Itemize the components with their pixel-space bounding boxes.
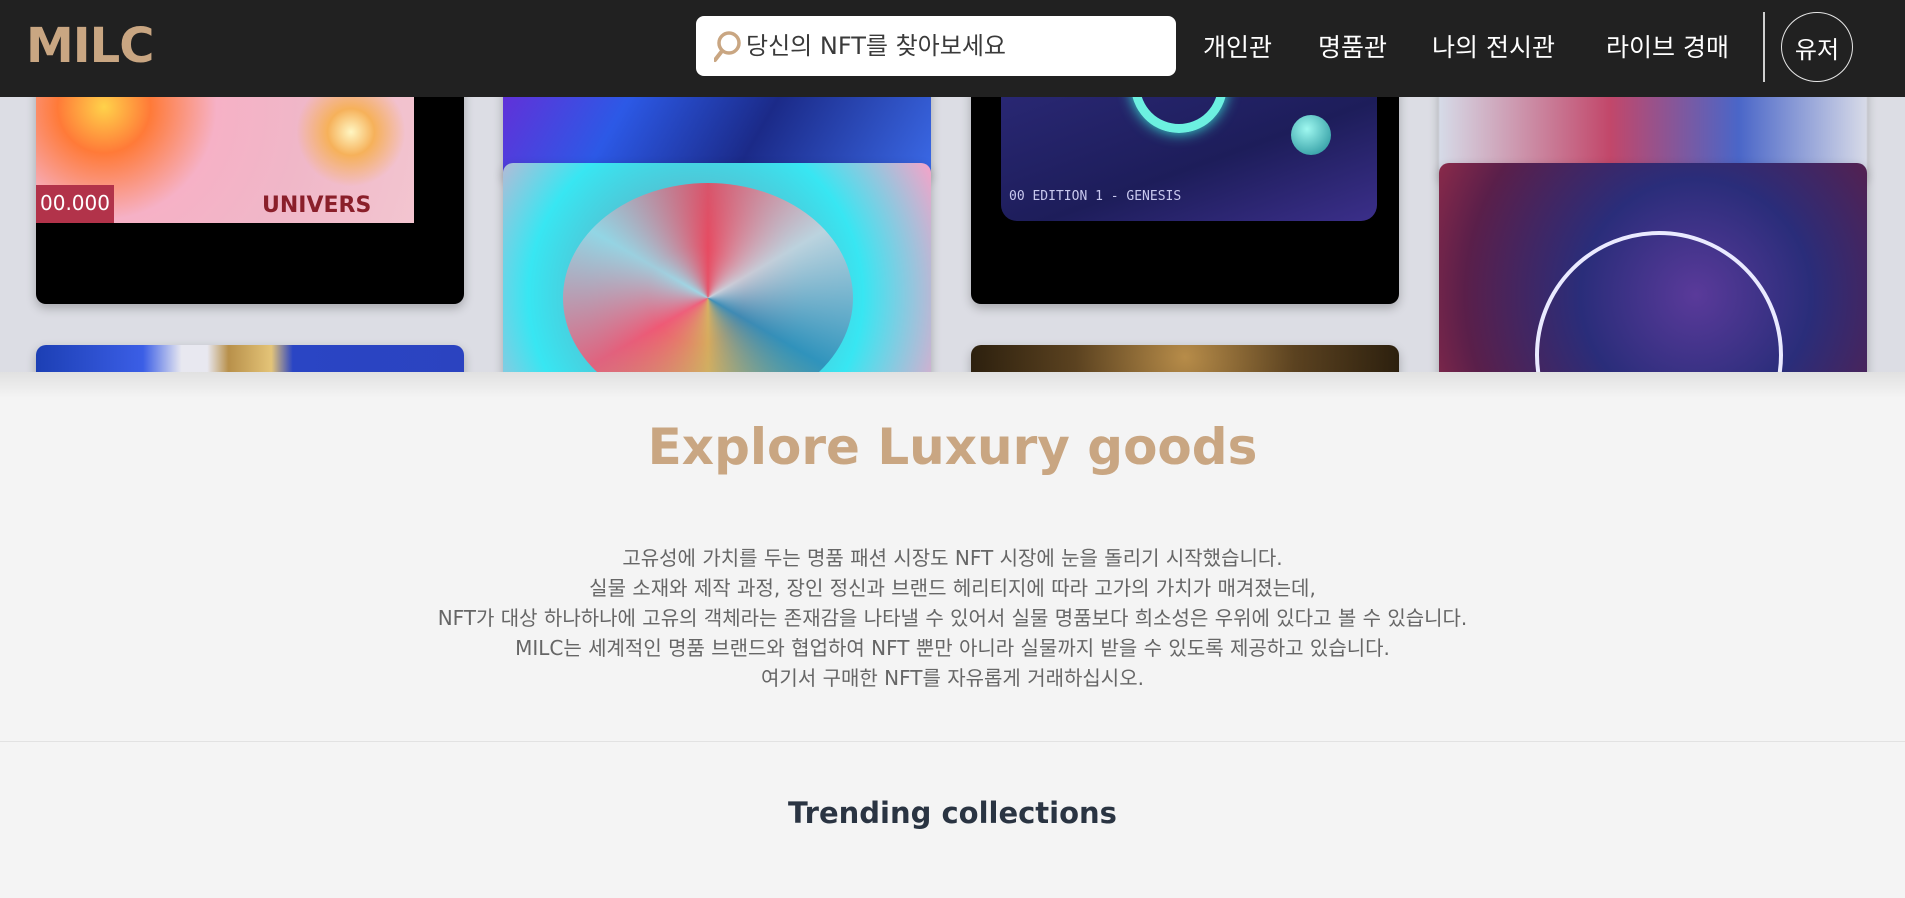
nav-divider: [1763, 12, 1765, 82]
nft-card-crystal-shards[interactable]: [503, 163, 931, 372]
nav-luxury-gallery[interactable]: 명품관: [1318, 28, 1387, 64]
intro-line: 실물 소재와 제작 과정, 장인 정신과 브랜드 헤리티지에 따라 고가의 가치…: [589, 576, 1316, 600]
intro-description: 고유성에 가치를 두는 명품 패션 시장도 NFT 시장에 눈을 돌리기 시작했…: [0, 543, 1905, 693]
milc-logo[interactable]: MILC: [26, 18, 154, 74]
nav-live-auction[interactable]: 라이브 경매: [1606, 28, 1729, 64]
intro-line: 고유성에 가치를 두는 명품 패션 시장도 NFT 시장에 눈을 돌리기 시작했…: [622, 546, 1283, 570]
search-box[interactable]: [696, 16, 1176, 76]
nft-card-price: 00.000: [36, 185, 114, 223]
nav-my-exhibition[interactable]: 나의 전시관: [1432, 28, 1555, 64]
section-divider: [0, 741, 1905, 742]
nft-card-golden-sparkle[interactable]: [971, 345, 1399, 372]
nft-card-edition: 00 EDITION 1 - GENESIS: [1009, 189, 1182, 204]
intro-line: MILC는 세계적인 명품 브랜드와 협업하여 NFT 뿐만 아니라 실물까지 …: [515, 636, 1390, 660]
user-button[interactable]: 유저: [1781, 12, 1853, 82]
intro-line: 여기서 구매한 NFT를 자유롭게 거래하십시오.: [761, 666, 1144, 690]
nft-card-zodiac-scorpio[interactable]: [1439, 163, 1867, 372]
top-navigation-bar: MILC 개인관 명품관 나의 전시관 라이브 경매 유저: [0, 0, 1905, 97]
nft-gallery-banner: 00.000 UNIVERS 00 EDITION 1 - GENESIS: [0, 97, 1905, 372]
nft-card-title: UNIVERS: [262, 193, 372, 218]
trending-collections-title: Trending collections: [788, 796, 1117, 830]
search-input[interactable]: [746, 26, 1156, 66]
nft-card-universe[interactable]: 00.000 UNIVERS: [36, 97, 464, 304]
nft-card-genesis[interactable]: 00 EDITION 1 - GENESIS: [971, 97, 1399, 304]
nft-card-gold-coin[interactable]: [36, 345, 464, 372]
explore-title: Explore Luxury goods: [647, 418, 1258, 476]
intro-line: NFT가 대상 하나하나에 고유의 객체라는 존재감을 나타낼 수 있어서 실물…: [437, 606, 1468, 630]
nav-personal-gallery[interactable]: 개인관: [1203, 28, 1272, 64]
search-icon: [714, 31, 741, 62]
